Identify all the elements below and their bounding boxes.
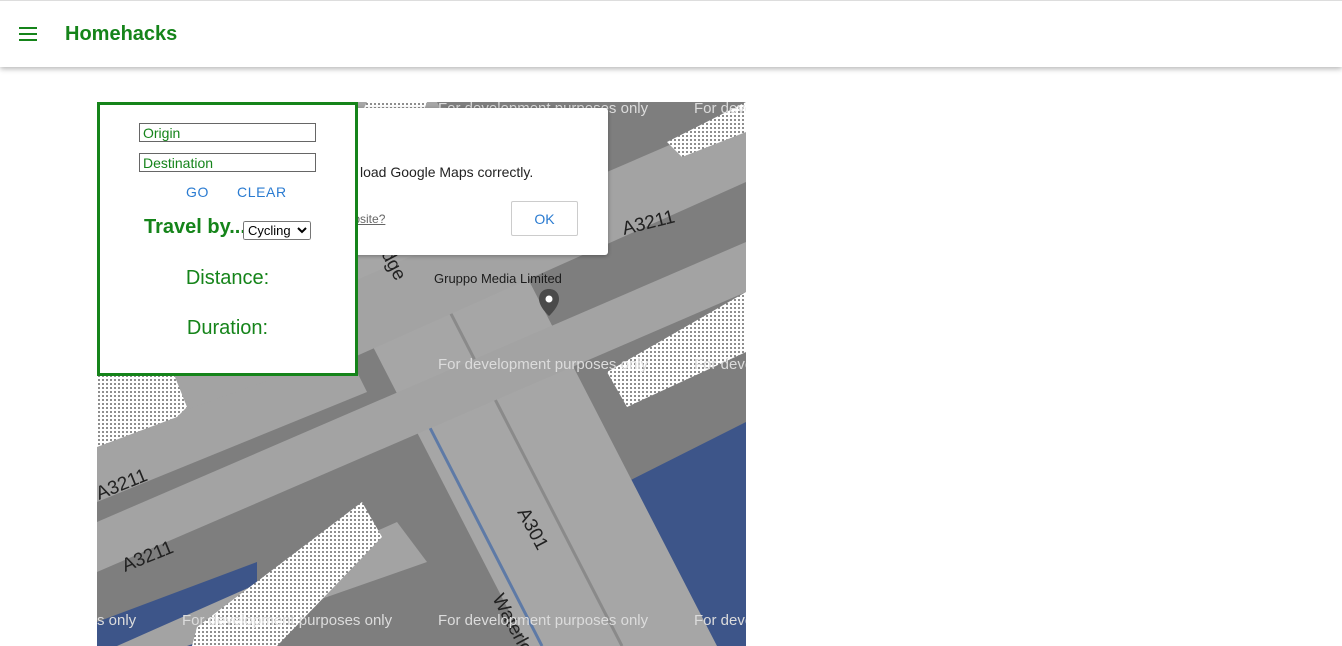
route-panel: GO CLEAR Travel by... Cycling Distance: …	[97, 102, 358, 376]
dev-watermark: For deve	[694, 102, 746, 117]
app-title: Homehacks	[65, 23, 178, 45]
duration-label: Duration:	[186, 317, 269, 339]
dev-watermark: For development purposes only	[182, 612, 393, 629]
top-app-bar: Homehacks	[0, 0, 1342, 67]
distance-label: Distance:	[185, 267, 270, 289]
destination-input[interactable]	[139, 153, 316, 172]
menu-line	[19, 39, 37, 41]
travel-by-label: Travel by...	[144, 216, 246, 238]
dev-watermark: For deve	[694, 612, 746, 629]
hamburger-menu-icon[interactable]	[18, 25, 40, 43]
dev-watermark: For development purposes only	[438, 612, 649, 629]
travel-mode-select[interactable]: Cycling	[243, 221, 311, 240]
dialog-ok-button[interactable]: OK	[511, 201, 578, 236]
menu-line	[19, 27, 37, 29]
dev-watermark: For development purposes only	[438, 356, 649, 373]
place-label: Gruppo Media Limited	[434, 271, 562, 286]
clear-button[interactable]: CLEAR	[237, 184, 287, 200]
dev-watermark: s only	[97, 612, 137, 629]
dialog-message: load Google Maps correctly.	[360, 164, 534, 180]
dev-watermark: For deve	[694, 356, 746, 373]
go-button[interactable]: GO	[186, 184, 209, 200]
origin-input[interactable]	[139, 123, 316, 142]
menu-line	[19, 33, 37, 35]
